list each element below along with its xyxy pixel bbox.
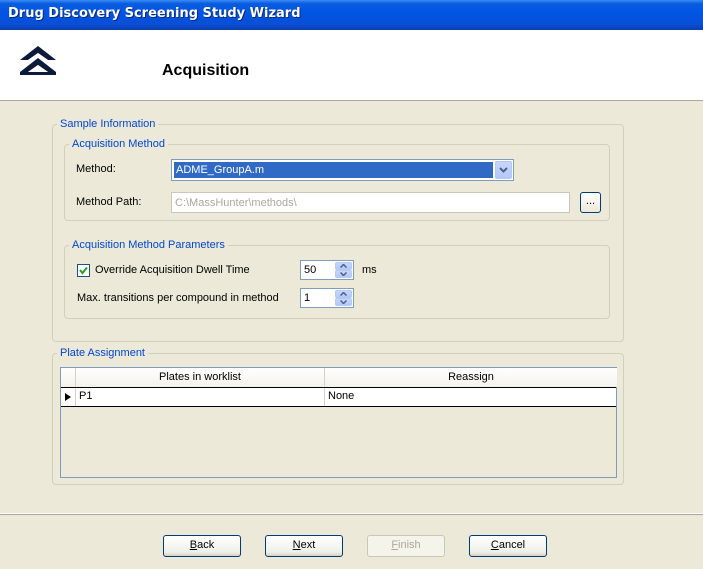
method-path-field[interactable]: C:\MassHunter\methods\ [171,192,570,213]
window-titlebar[interactable]: Drug Discovery Screening Study Wizard [0,0,703,30]
finish-button[interactable]: Finish [367,535,445,557]
method-dropdown[interactable]: ADME_GroupA.m [171,159,514,181]
wizard-header: Acquisition [0,30,703,101]
dwell-time-value: 50 [304,264,317,276]
chevron-up-logo-icon [18,44,58,83]
plate-assignment-table[interactable]: Plates in worklist Reassign P1 None [60,367,617,478]
spin-up-icon[interactable] [335,290,352,298]
column-header-reassign[interactable]: Reassign [325,368,617,387]
spin-down-icon[interactable] [335,298,352,306]
plate-cell[interactable]: P1 [76,388,325,406]
cancel-button[interactable]: Cancel [469,535,547,557]
wizard-body: Sample Information Acquisition Method Me… [0,101,703,513]
page-title: Acquisition [162,62,250,79]
spin-down-icon[interactable] [335,270,352,278]
row-header-corner [61,368,76,387]
method-label: Method: [76,163,116,175]
acquisition-parameters-legend: Acquisition Method Parameters [72,239,225,251]
max-transitions-value: 1 [304,292,311,304]
window-title: Drug Discovery Screening Study Wizard [8,6,301,21]
sample-information-legend: Sample Information [60,118,156,130]
dwell-time-stepper[interactable]: 50 [300,260,354,280]
column-header-plates[interactable]: Plates in worklist [76,368,325,387]
method-selected-value: ADME_GroupA.m [174,162,493,178]
plate-assignment-legend: Plate Assignment [60,347,145,359]
checkmark-icon [79,266,88,275]
override-dwell-label[interactable]: Override Acquisition Dwell Time [95,264,250,276]
override-dwell-checkbox[interactable] [77,264,90,277]
dwell-time-unit: ms [362,264,377,276]
current-row-arrow-icon [61,388,76,406]
chevron-down-icon[interactable] [495,161,512,179]
table-row[interactable]: P1 None [61,387,616,407]
reassign-cell[interactable]: None [325,388,617,406]
max-transitions-stepper[interactable]: 1 [300,288,354,308]
max-transitions-label: Max. transitions per compound in method [77,292,279,304]
table-header: Plates in worklist Reassign [61,368,617,387]
back-button[interactable]: Back [163,535,241,557]
method-path-label: Method Path: [76,196,142,208]
acquisition-method-legend: Acquisition Method [72,138,165,150]
next-button[interactable]: Next [265,535,343,557]
spin-up-icon[interactable] [335,262,352,270]
wizard-footer: Back Next Finish Cancel [0,513,703,569]
browse-button[interactable]: ... [580,192,601,213]
